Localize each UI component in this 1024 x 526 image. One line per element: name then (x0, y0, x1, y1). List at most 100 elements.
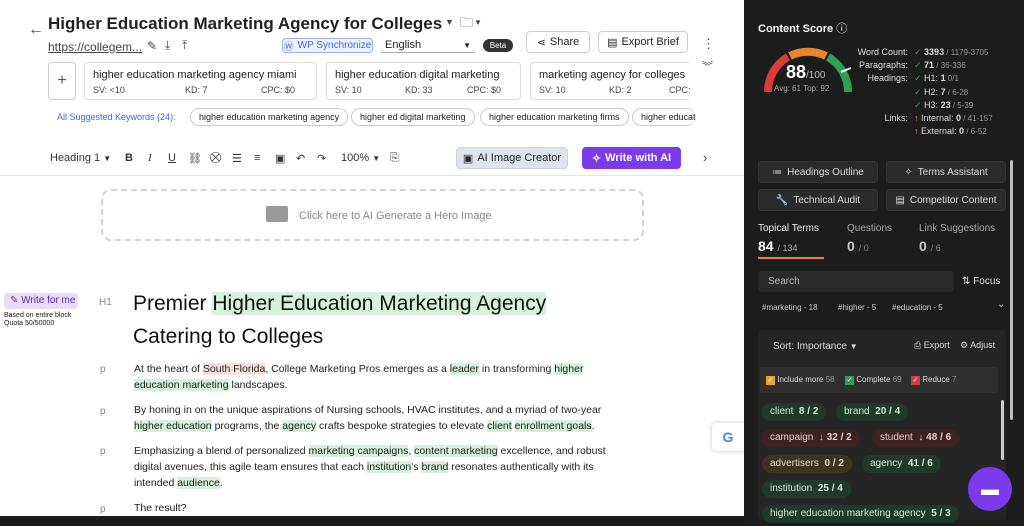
term-chip[interactable]: advertisers 0 / 2 (762, 455, 852, 473)
sort-select[interactable]: Sort: Importance ▼ (773, 341, 858, 352)
technical-audit-button[interactable]: 🔧 Technical Audit (758, 189, 878, 211)
filter-complete[interactable]: ✓ Complete 69 (845, 375, 902, 385)
share-button[interactable]: ⋖ Share (526, 31, 590, 53)
unlink-icon[interactable]: ⛒ (210, 152, 221, 165)
arrow-up-icon: ↑ (914, 113, 922, 123)
suggested-keyword-chip[interactable]: higher education marketing agency (190, 108, 349, 126)
folder-caret-icon[interactable]: ▼ (474, 19, 482, 27)
tab-questions-label[interactable]: Questions (847, 223, 892, 234)
filter-include-more[interactable]: ✓ Include more 58 (766, 375, 835, 385)
chevron-right-icon[interactable]: › (703, 151, 707, 164)
stat-value: ✓ H2: 7 / 6-28 (914, 86, 969, 97)
zoom-select[interactable]: 100% ▼ (341, 152, 380, 164)
chevron-down-icon: ▼ (372, 154, 381, 163)
paragraph[interactable]: At the heart of South Florida, College M… (134, 361, 614, 393)
hero-image-placeholder[interactable]: Click here to AI Generate a Hero Image (101, 189, 644, 241)
quota-note: Quota 50/50000 (4, 320, 55, 327)
image-icon: ▣ (462, 152, 474, 165)
clear-format-icon[interactable]: ⎘ (390, 152, 399, 165)
term-chip[interactable]: campaign ↓ 32 / 2 (762, 429, 860, 447)
suggested-keyword-chip[interactable]: higher educat (632, 108, 696, 126)
export-terms-button[interactable]: ⎙ Export (914, 340, 950, 351)
suggested-keyword-chip[interactable]: higher education marketing firms (480, 108, 629, 126)
tab-link-suggestions-count[interactable]: 0 / 6 (919, 238, 941, 254)
underline-icon[interactable]: U (168, 152, 176, 164)
bullet-list-icon[interactable]: ≡ (254, 152, 260, 164)
document-title[interactable]: Higher Education Marketing Agency for Co… (48, 14, 442, 34)
folder-icon[interactable]: 🗀 (460, 16, 473, 29)
panel-scrollbar[interactable] (1010, 160, 1013, 420)
hashtag-chip[interactable]: #education - 5 (892, 303, 943, 312)
term-chip[interactable]: institution 25 / 4 (762, 480, 851, 498)
bold-icon[interactable]: B (125, 152, 133, 164)
tab-topical-terms-count[interactable]: 84 / 134 (758, 238, 798, 254)
magic-wand-icon: ✧ (591, 152, 602, 165)
redo-icon[interactable]: ↷ (317, 152, 326, 165)
undo-icon[interactable]: ↶ (296, 152, 305, 165)
paragraph[interactable]: Emphasizing a blend of personalized mark… (134, 443, 614, 491)
hashtag-chip[interactable]: #higher - 5 (838, 303, 876, 312)
stat-label: Word Count: (857, 47, 908, 57)
italic-icon[interactable]: I (148, 152, 152, 164)
add-keyword-button[interactable]: + (48, 62, 76, 100)
term-chip[interactable]: higher education marketing agency 5 / 3 (762, 505, 959, 523)
paragraph-label: p (100, 504, 106, 515)
wp-synchronize-button[interactable]: Ⓦ WP Synchronize (282, 38, 373, 53)
terms-assistant-button[interactable]: ✧ Terms Assistant (886, 161, 1006, 183)
heading-select[interactable]: Heading 1 ▼ (50, 152, 111, 164)
term-chip[interactable]: client 8 / 2 (762, 403, 827, 421)
share-icon: ⋖ (536, 36, 546, 49)
competitor-content-button[interactable]: ▤ Competitor Content (886, 189, 1006, 211)
keyword-card[interactable]: higher education digital marketing SV: 1… (326, 62, 521, 100)
keyword-card[interactable]: higher education marketing agency miami … (84, 62, 317, 100)
document-heading[interactable]: Premier Higher Education Marketing Agenc… (133, 287, 633, 353)
chevron-down-icon: ▼ (463, 40, 471, 50)
terms-search-input[interactable]: Search (758, 271, 954, 292)
hashtag-chip[interactable]: #marketing - 18 (762, 303, 818, 312)
term-chip[interactable]: agency 41 / 6 (862, 455, 941, 473)
check-icon: ✓ (914, 99, 925, 110)
ai-image-creator-button[interactable]: ▣ AI Image Creator (456, 147, 568, 169)
tab-questions-count[interactable]: 0 / 0 (847, 238, 869, 254)
tab-topical-terms-label[interactable]: Topical Terms (758, 223, 819, 234)
term-chip[interactable]: brand 20 / 4 (836, 403, 909, 421)
document-url[interactable]: https://collegem... (48, 40, 142, 54)
stat-value: ✓ H1: 1 0/1 (914, 73, 959, 84)
image-placeholder-icon (266, 206, 288, 222)
term-chip[interactable]: student ↓ 48 / 6 (872, 429, 960, 447)
keyword-card[interactable]: marketing agency for colleges SV: 10 KD:… (530, 62, 690, 100)
focus-toggle[interactable]: ⇅ Focus (962, 276, 1000, 287)
upload-icon[interactable]: ⤒ (182, 39, 187, 51)
collapse-chevron-icon[interactable]: ︾ (702, 62, 713, 73)
chat-bubble-icon[interactable]: ▬ (968, 467, 1012, 511)
suggested-keyword-chip[interactable]: higher ed digital marketing (351, 108, 475, 126)
more-options-icon[interactable]: ⋮ (702, 37, 715, 50)
tab-link-suggestions-label[interactable]: Link Suggestions (919, 223, 995, 234)
image-icon[interactable]: ▣ (275, 152, 285, 165)
suggested-keywords-label[interactable]: All Suggested Keywords (24): (57, 112, 176, 122)
google-icon[interactable]: G (712, 423, 744, 451)
filter-reduce[interactable]: ✓ Reduce 7 (911, 375, 957, 385)
paragraph[interactable]: The result? (134, 500, 614, 516)
caret-down-icon[interactable]: ▼ (445, 18, 454, 27)
paragraph[interactable]: By honing in on the unique aspirations o… (134, 402, 614, 434)
check-icon: ✓ (914, 47, 925, 57)
export-brief-button[interactable]: ▤ Export Brief (598, 31, 688, 53)
editor-pane: ← Higher Education Marketing Agency for … (0, 0, 744, 526)
adjust-button[interactable]: ⚙ Adjust (960, 340, 995, 351)
headings-outline-button[interactable]: ≔ Headings Outline (758, 161, 878, 183)
write-with-ai-button[interactable]: ✧ Write with AI (582, 147, 681, 169)
chevron-down-icon: ▼ (103, 154, 112, 163)
link-icon[interactable]: ⛓ (188, 152, 202, 165)
language-select[interactable]: English ▼ (381, 38, 475, 53)
h1-label: H1 (99, 297, 112, 308)
back-arrow-icon[interactable]: ← (28, 22, 44, 38)
edit-pencil-icon[interactable]: ✎ (147, 40, 157, 52)
terms-scrollbar[interactable] (1001, 400, 1004, 460)
write-for-me-button[interactable]: ✎ Write for me (4, 293, 78, 309)
chevron-down-icon[interactable]: ⌄ (997, 299, 1005, 310)
numbered-list-icon[interactable]: ☰ (232, 152, 242, 165)
content-score-title: Content Score ⓘ (758, 23, 848, 35)
download-icon[interactable]: ⤓ (165, 39, 170, 51)
score-avg: Avg: 61 Top: 92 (774, 84, 830, 93)
